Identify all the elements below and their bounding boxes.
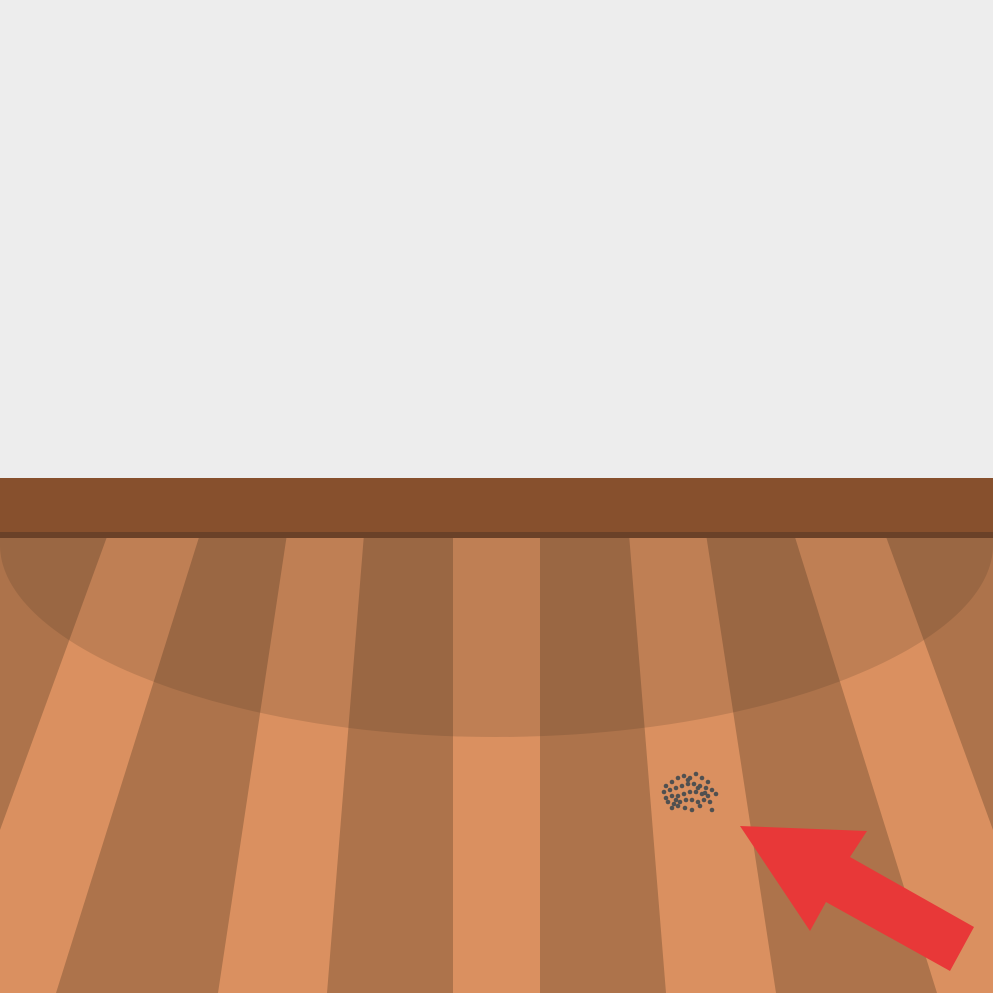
debris-particle bbox=[702, 790, 708, 796]
wall bbox=[0, 0, 993, 478]
debris-particle bbox=[685, 781, 691, 787]
debris-particle bbox=[691, 781, 697, 787]
debris-particle bbox=[669, 793, 675, 799]
debris-particle bbox=[689, 797, 695, 803]
debris-particle bbox=[673, 797, 679, 803]
debris-particle bbox=[703, 785, 709, 791]
debris-particle bbox=[673, 785, 679, 791]
debris-particle bbox=[709, 787, 715, 793]
debris-particle bbox=[663, 795, 669, 801]
debris-particle bbox=[663, 783, 669, 789]
debris-particle bbox=[679, 783, 685, 789]
floor-illustration bbox=[0, 0, 993, 993]
debris-particle bbox=[699, 775, 705, 781]
debris-particle bbox=[701, 797, 707, 803]
debris-particle bbox=[683, 797, 689, 803]
baseboard-edge bbox=[0, 532, 993, 538]
debris-particle bbox=[675, 803, 681, 809]
debris-particle bbox=[695, 799, 701, 805]
debris-particle bbox=[669, 779, 675, 785]
debris-particle bbox=[675, 793, 681, 799]
debris-particle bbox=[681, 791, 687, 797]
debris-particle bbox=[693, 789, 699, 795]
debris-particle bbox=[697, 803, 703, 809]
baseboard bbox=[0, 478, 993, 534]
debris-particle bbox=[685, 777, 691, 783]
debris-particle bbox=[681, 773, 687, 779]
debris-particle bbox=[669, 805, 675, 811]
debris-particle bbox=[689, 807, 695, 813]
debris-particle bbox=[709, 807, 715, 813]
debris-particle bbox=[665, 799, 671, 805]
debris-particle bbox=[705, 779, 711, 785]
debris-particle bbox=[671, 801, 677, 807]
debris-particle bbox=[677, 799, 683, 805]
debris-particle bbox=[687, 789, 693, 795]
debris-particle bbox=[713, 791, 719, 797]
debris-particle bbox=[707, 799, 713, 805]
debris-particle bbox=[675, 775, 681, 781]
debris-particle bbox=[695, 785, 701, 791]
debris-particle bbox=[682, 805, 688, 811]
debris-particle bbox=[693, 771, 699, 777]
debris-particle bbox=[667, 787, 673, 793]
debris-particle bbox=[661, 789, 667, 795]
